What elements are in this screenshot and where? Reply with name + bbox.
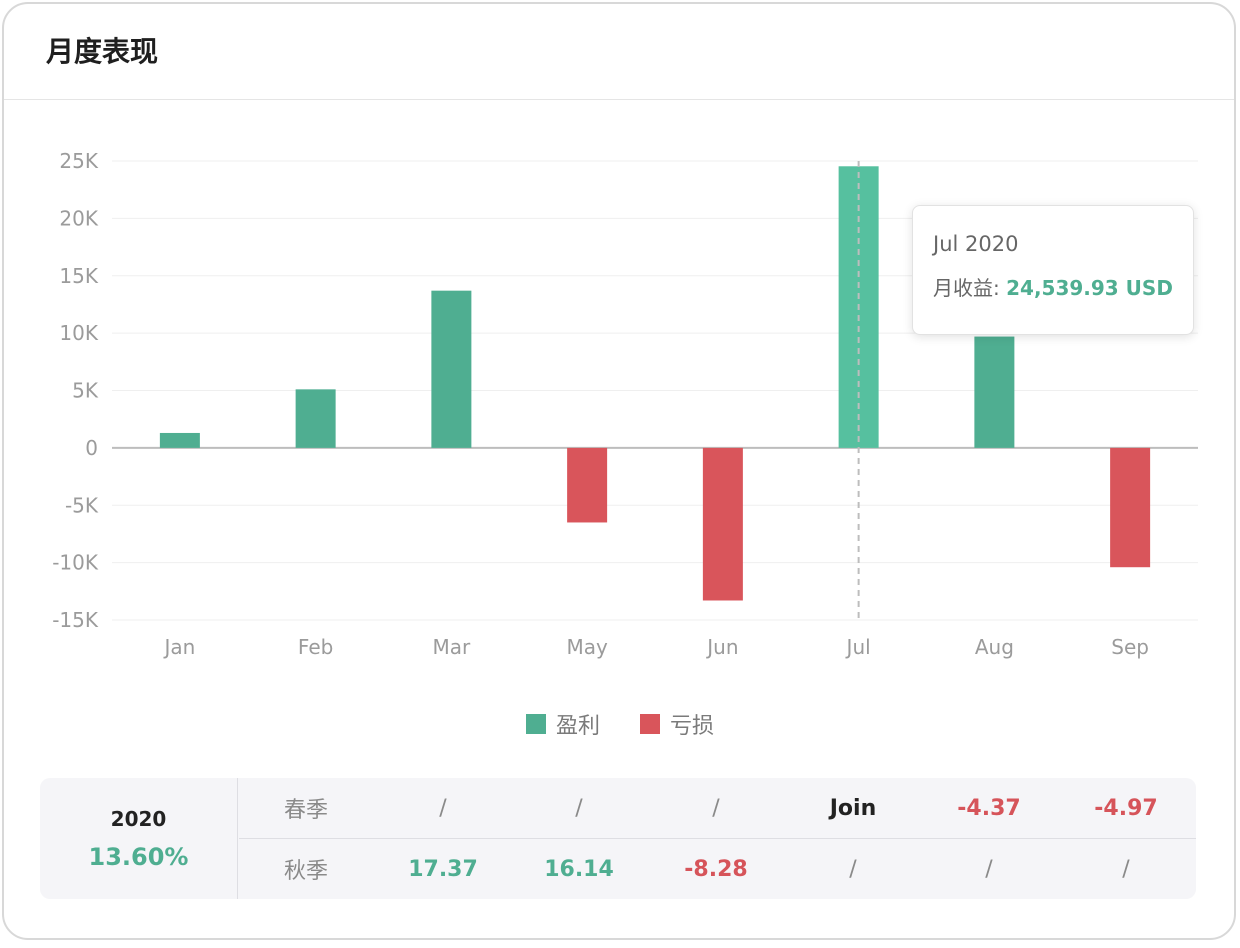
table-cell: -4.37	[957, 795, 1021, 821]
x-tick-label: Feb	[298, 635, 333, 659]
tooltip-value: 24,539.93 USD	[1006, 276, 1173, 300]
bar-sep[interactable]	[1110, 447, 1151, 568]
summary-row-spring: 春季 / / / Join -4.37 -4.97	[239, 778, 1196, 839]
x-tick-label: Mar	[433, 635, 472, 659]
row-label: 秋季	[283, 859, 328, 884]
tooltip-line: 月收益: 24,539.93 USD	[933, 272, 1193, 301]
monthly-bar-chart: 25K 20K 15K 10K 5K 0 -5K -10K -15K Jan Feb Mar May Ju…	[52, 149, 1198, 659]
y-tick-label: 10K	[59, 321, 98, 345]
y-tick-label: -10K	[52, 551, 99, 575]
bar-jan[interactable]	[159, 432, 200, 448]
legend-label-profit: 盈利	[555, 714, 600, 739]
seasonal-summary-table: 2020 13.60% 春季 / / / Join -4.37 -4.97 秋季…	[40, 778, 1196, 899]
y-tick-label: 25K	[59, 149, 98, 173]
bar-may[interactable]	[567, 447, 608, 523]
year-return: 13.60%	[88, 842, 189, 871]
row-label: 春季	[283, 798, 328, 823]
x-tick-label: Sep	[1111, 635, 1149, 659]
x-tick-label: Aug	[975, 635, 1014, 659]
bar-feb[interactable]	[295, 389, 336, 448]
x-tick-label: Jan	[162, 635, 195, 659]
legend-item-profit[interactable]: 盈利	[525, 708, 600, 740]
table-cell: /	[849, 856, 857, 882]
table-cell: Join	[829, 795, 877, 821]
y-tick-label: -15K	[52, 608, 99, 632]
x-tick-label: Jun	[705, 635, 738, 659]
legend-swatch-loss	[640, 714, 660, 734]
y-tick-label: 5K	[72, 379, 99, 403]
legend-swatch-profit	[525, 714, 546, 734]
table-cell: 17.37	[408, 856, 478, 882]
y-tick-label: 15K	[59, 264, 98, 288]
x-tick-label: May	[566, 635, 608, 659]
tooltip-label: 月收益:	[933, 276, 1007, 300]
legend-item-loss[interactable]: 亏损	[640, 708, 714, 740]
table-cell: /	[1122, 856, 1130, 882]
table-cell: 16.14	[544, 856, 614, 882]
bar-mar[interactable]	[431, 290, 472, 448]
bar-jun[interactable]	[702, 447, 743, 601]
chart-legend: 盈利 亏损	[0, 708, 1240, 740]
tooltip-title: Jul 2020	[933, 232, 1019, 256]
chart-tooltip: Jul 2020 月收益: 24,539.93 USD	[912, 205, 1194, 335]
y-tick-label: -5K	[65, 493, 99, 517]
table-cell: /	[439, 795, 447, 821]
x-tick-label: Jul	[845, 635, 871, 659]
table-cell: /	[575, 795, 583, 821]
legend-label-loss: 亏损	[670, 714, 715, 739]
table-cell: -8.28	[684, 856, 748, 882]
table-cell: /	[985, 856, 993, 882]
bar-aug[interactable]	[974, 336, 1015, 448]
year-summary: 2020 13.60%	[40, 778, 238, 899]
y-tick-label: 20K	[59, 206, 98, 230]
year-label: 2020	[110, 806, 167, 831]
table-cell: /	[712, 795, 720, 821]
y-tick-label: 0	[85, 436, 98, 460]
table-cell: -4.97	[1094, 795, 1158, 821]
summary-row-autumn: 秋季 17.37 16.14 -8.28 / / /	[239, 839, 1196, 899]
